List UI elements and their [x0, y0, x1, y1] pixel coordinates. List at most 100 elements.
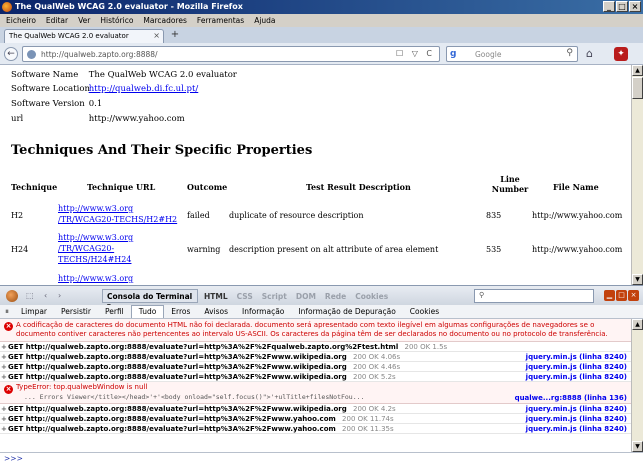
log-request-row[interactable]: + GET http://qualweb.zapto.org:8888/eval… [0, 372, 631, 382]
menu-edit[interactable]: Editar [46, 16, 68, 25]
request-source-link[interactable]: jquery.min.js (linha 8240) [526, 404, 627, 414]
technique-url-link[interactable]: http://www.w3.org [58, 204, 133, 213]
cell-file: http://www.yahoo.com [532, 211, 623, 220]
profile-button[interactable]: Perfil [98, 307, 131, 316]
log-request-row[interactable]: + GET http://qualweb.zapto.org:8888/eval… [0, 352, 631, 362]
tab-net[interactable]: Rede [325, 292, 346, 301]
tab-cookies[interactable]: Cookies [355, 292, 388, 301]
window-title: The QualWeb WCAG 2.0 evaluator - Mozilla… [15, 2, 243, 11]
request-source-link[interactable]: jquery.min.js (linha 8240) [526, 414, 627, 424]
request-source-link[interactable]: jquery.min.js (linha 8240) [526, 424, 627, 434]
request-source-link[interactable]: jquery.min.js (linha 8240) [526, 372, 627, 382]
firebug-search-input[interactable]: ⚲ [474, 289, 594, 303]
scroll-down-icon[interactable]: ▼ [632, 274, 643, 285]
menu-file[interactable]: Eicheiro [6, 16, 36, 25]
error-icon: × [4, 322, 13, 331]
persist-button[interactable]: Persistir [54, 307, 98, 316]
tab-script[interactable]: Script [262, 292, 287, 301]
filter-debug-tab[interactable]: Informação de Depuração [291, 307, 402, 316]
type-error-text: TypeError: top.qualwebWindow is null [16, 383, 148, 391]
log-request-row[interactable]: + GET http://qualweb.zapto.org:8888/eval… [0, 424, 631, 434]
info-value: http://www.yahoo.com [88, 114, 185, 124]
technique-url-link[interactable]: /TR/WCAG20-TECHS/H2#H2 [58, 215, 177, 224]
firebug-icon[interactable] [6, 290, 18, 302]
address-bar[interactable]: http://qualweb.zapto.org:8888/ ☐ ▽ C [22, 46, 440, 62]
col-header-technique: Technique [11, 182, 58, 192]
search-icon[interactable]: ⚲ [566, 48, 573, 58]
addon-icon[interactable]: ✦ [614, 47, 628, 61]
close-window-button[interactable]: × [629, 1, 641, 12]
forward-arrow-icon[interactable]: › [58, 291, 68, 301]
request-status: 200 OK 4.46s [352, 363, 401, 371]
maximize-button[interactable]: □ [616, 1, 628, 12]
tab-css[interactable]: CSS [237, 292, 253, 301]
menu-history[interactable]: Histórico [100, 16, 133, 25]
technique-url-link[interactable]: http://www.w3.org [58, 274, 133, 283]
filter-all-tab[interactable]: Tudo [130, 305, 165, 318]
page-content: Software Name The QualWeb WCAG 2.0 evalu… [0, 65, 631, 285]
scroll-up-icon[interactable]: ▲ [632, 319, 643, 330]
filter-warnings-tab[interactable]: Avisos [197, 307, 235, 316]
firefox-logo-icon [2, 2, 12, 12]
firebug-close-icon[interactable]: × [628, 290, 639, 301]
expand-icon[interactable]: + [1, 342, 7, 352]
firebug-detach-icon[interactable]: □ [616, 290, 627, 301]
expand-icon[interactable]: + [1, 424, 7, 434]
filter-cookies-tab[interactable]: Cookies [403, 307, 446, 316]
panel-select[interactable]: Consola do Terminal ▾ [102, 289, 198, 310]
address-text: http://qualweb.zapto.org:8888/ [41, 50, 158, 59]
tab-dom[interactable]: DOM [296, 292, 316, 301]
search-box[interactable]: g Google ⚲ [446, 46, 578, 62]
console-scrollbar[interactable]: ▲ ▼ [631, 319, 643, 452]
firebug-minimize-icon[interactable]: ▁ [604, 290, 615, 301]
col-header-description: Test Result Description [306, 182, 411, 192]
pause-icon[interactable]: ⏸ [0, 307, 14, 317]
cell-technique-url: http://www.w3.org /TR/WCAG20- TECHS/H24#… [58, 232, 133, 265]
menu-view[interactable]: Ver [78, 16, 90, 25]
home-icon[interactable]: ⌂ [586, 47, 593, 60]
back-arrow-icon[interactable]: ‹ [44, 291, 54, 301]
inspect-icon[interactable]: ⬚ [26, 291, 36, 301]
request-source-link[interactable]: jquery.min.js (linha 8240) [526, 352, 627, 362]
expand-icon[interactable]: + [1, 414, 7, 424]
console-command-line[interactable]: >>> [0, 452, 643, 464]
tab-html[interactable]: HTML [204, 292, 228, 301]
close-tab-icon[interactable]: × [153, 31, 160, 40]
info-key: Software Name [11, 70, 79, 80]
menu-tools[interactable]: Ferramentas [197, 16, 244, 25]
log-request-row[interactable]: + GET http://qualweb.zapto.org:8888/eval… [0, 362, 631, 372]
error-source-link[interactable]: qualwe...rg:8888 (linha 136) [515, 393, 627, 403]
filter-info-tab[interactable]: Informação [235, 307, 291, 316]
scroll-down-icon[interactable]: ▼ [632, 441, 643, 452]
site-identity-icon[interactable] [27, 50, 36, 59]
technique-url-link[interactable]: /TR/WCAG20- [58, 244, 114, 253]
technique-url-link[interactable]: TECHS/H24#H24 [58, 255, 131, 264]
software-location-link[interactable]: http://qualweb.di.fc.ul.pt/ [89, 84, 199, 94]
request-url: GET http://qualweb.zapto.org:8888/evalua… [8, 353, 347, 361]
new-tab-button[interactable]: + [168, 29, 182, 42]
expand-icon[interactable]: + [1, 362, 7, 372]
expand-icon[interactable]: + [1, 404, 7, 414]
log-request-row[interactable]: + GET http://qualweb.zapto.org:8888/eval… [0, 414, 631, 424]
browser-tab[interactable]: The QualWeb WCAG 2.0 evaluator × [4, 29, 164, 43]
log-request-row[interactable]: + GET http://qualweb.zapto.org:8888/eval… [0, 342, 631, 352]
address-tools-icon[interactable]: ☐ ▽ C [396, 49, 435, 58]
page-scrollbar[interactable]: ▲ ▼ [631, 65, 643, 285]
scroll-up-icon[interactable]: ▲ [632, 65, 643, 76]
menu-help[interactable]: Ajuda [254, 16, 275, 25]
scroll-thumb[interactable] [632, 77, 643, 99]
cell-outcome: failed [187, 211, 210, 220]
back-button[interactable]: ← [4, 47, 18, 61]
request-status: 200 OK 1.5s [404, 343, 448, 351]
technique-url-link[interactable]: http://www.w3.org [58, 233, 133, 242]
expand-icon[interactable]: + [1, 372, 7, 382]
google-engine-icon[interactable]: g [450, 49, 460, 59]
minimize-button[interactable]: _ [603, 1, 615, 12]
expand-icon[interactable]: + [1, 352, 7, 362]
window-titlebar: The QualWeb WCAG 2.0 evaluator - Mozilla… [0, 0, 643, 14]
log-request-row[interactable]: + GET http://qualweb.zapto.org:8888/eval… [0, 404, 631, 414]
clear-button[interactable]: Limpar [14, 307, 54, 316]
filter-errors-tab[interactable]: Erros [164, 307, 197, 316]
request-source-link[interactable]: jquery.min.js (linha 8240) [526, 362, 627, 372]
menu-bookmarks[interactable]: Marcadores [143, 16, 187, 25]
